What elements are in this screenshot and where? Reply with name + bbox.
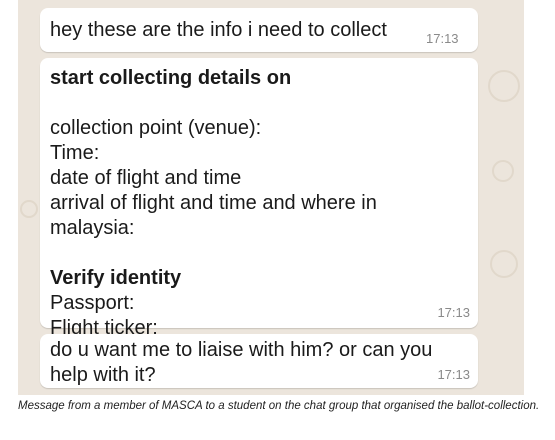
message-line: Time:	[50, 142, 100, 164]
image-caption: Message from a member of MASCA to a stud…	[18, 400, 540, 412]
wallpaper-doodle	[492, 160, 514, 182]
message-subheading: Verify identity	[50, 267, 182, 289]
message-line: date of flight and time	[50, 167, 242, 189]
message-bubble[interactable]: do u want me to liaise with him? or can …	[40, 334, 478, 388]
message-line: collection point (venue):	[50, 117, 262, 139]
message-timestamp: 17:13	[437, 367, 470, 382]
wallpaper-doodle	[490, 250, 518, 278]
chat-window: hey these are the info i need to collect…	[18, 0, 524, 395]
message-timestamp: 17:13	[426, 31, 459, 46]
message-line: arrival of flight and time and where in …	[50, 192, 383, 239]
message-text: hey these are the info i need to collect	[50, 19, 387, 41]
wallpaper-doodle	[20, 200, 38, 218]
message-text: do u want me to liaise with him? or can …	[50, 339, 438, 386]
message-bubble[interactable]: start collecting details on collection p…	[40, 58, 478, 339]
message-bubble[interactable]: hey these are the info i need to collect…	[40, 8, 478, 52]
message-line: Passport:	[50, 292, 135, 314]
message-heading: start collecting details on	[50, 67, 292, 89]
message-timestamp: 17:13	[437, 305, 470, 320]
wallpaper-doodle	[488, 70, 520, 102]
